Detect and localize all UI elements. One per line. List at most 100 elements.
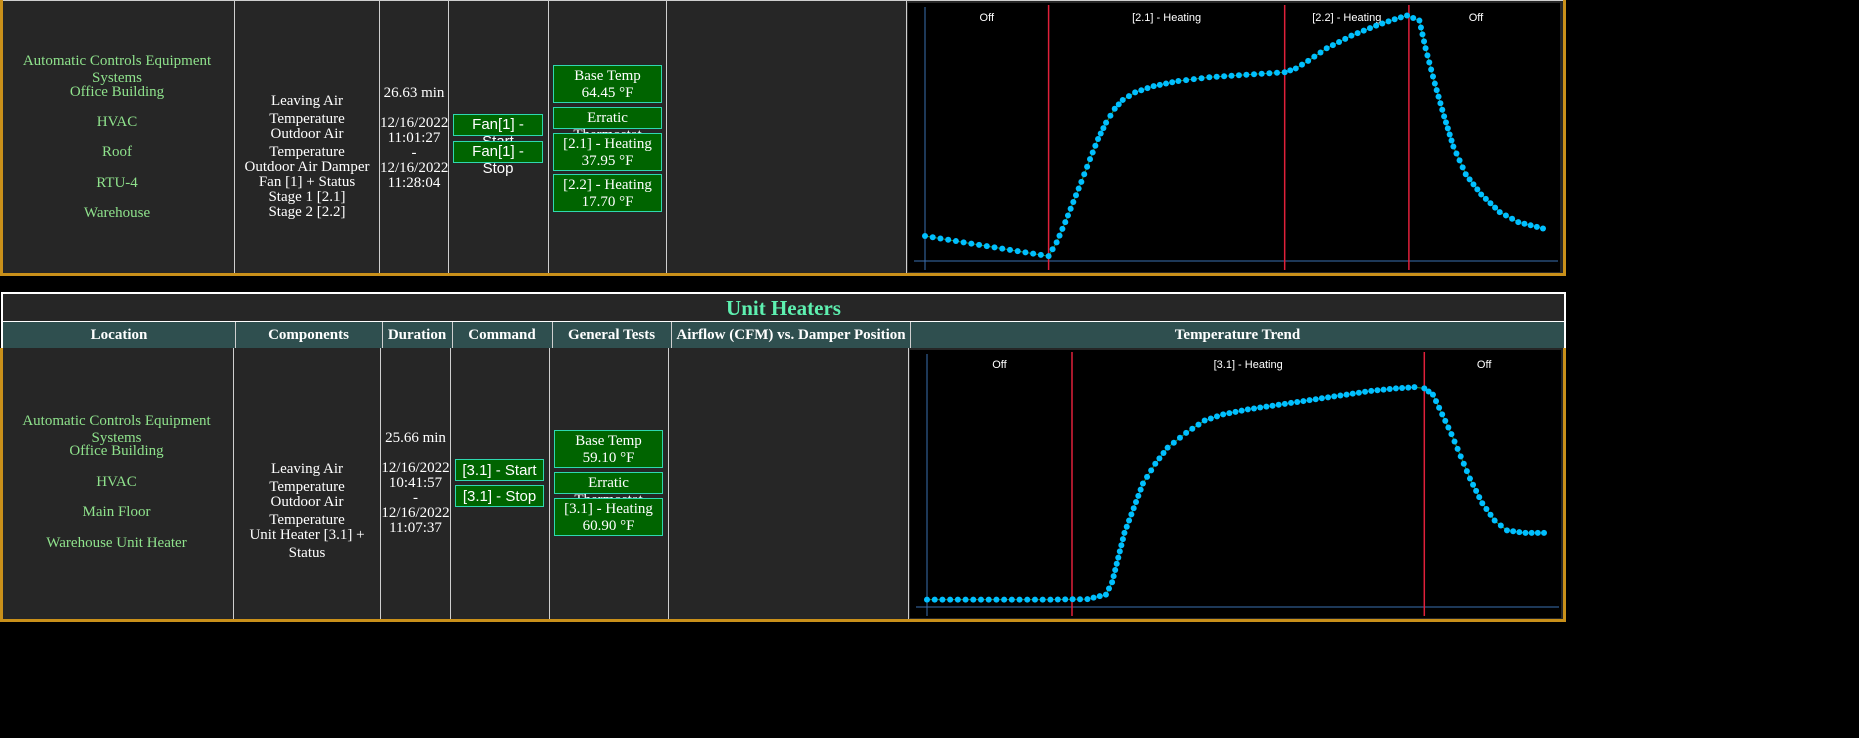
data-point bbox=[1137, 486, 1144, 493]
data-point bbox=[954, 596, 961, 603]
data-point bbox=[1087, 156, 1094, 163]
rtu-divider bbox=[448, 0, 449, 273]
stage-2-2-heating-test[interactable]: [2.2] - Heating 17.70 °F bbox=[553, 174, 662, 212]
data-point bbox=[1317, 49, 1324, 56]
fan-start-button[interactable]: Fan[1] - Start bbox=[453, 114, 543, 150]
base-temp-test[interactable]: Base Temp 59.10 °F bbox=[554, 430, 663, 468]
data-point bbox=[1476, 494, 1483, 501]
components-list: Leaving Air Temperature Outdoor Air Temp… bbox=[235, 92, 379, 221]
data-point bbox=[999, 245, 1006, 252]
stage-label: Off bbox=[1477, 359, 1492, 371]
data-point bbox=[1431, 80, 1438, 87]
uh-start-button[interactable]: [3.1] - Start bbox=[455, 459, 544, 481]
data-point bbox=[1235, 72, 1242, 79]
data-point bbox=[1163, 80, 1170, 87]
uh-divider bbox=[549, 348, 550, 619]
section-title-bar: Unit Heaters bbox=[1, 292, 1566, 321]
data-point bbox=[1115, 554, 1122, 561]
temperature-trend-chart: Off [3.1] - Heating Off bbox=[910, 350, 1561, 618]
data-point bbox=[1244, 406, 1251, 413]
data-point bbox=[1144, 85, 1151, 92]
data-point bbox=[1281, 69, 1288, 76]
data-point bbox=[1156, 455, 1163, 462]
data-point bbox=[1466, 475, 1473, 482]
rtu-divider bbox=[906, 0, 907, 273]
rtu-top-line bbox=[3, 0, 1563, 1]
data-point bbox=[1100, 125, 1107, 132]
data-point bbox=[1362, 388, 1369, 395]
uh-divider bbox=[450, 348, 451, 619]
data-point bbox=[1183, 77, 1190, 84]
data-point bbox=[1380, 386, 1387, 393]
data-point bbox=[1502, 212, 1509, 219]
data-point bbox=[1190, 76, 1197, 83]
data-point bbox=[1460, 460, 1467, 467]
data-point bbox=[1132, 89, 1139, 96]
header-airflow: Airflow (CFM) vs. Damper Position (%) bbox=[676, 327, 906, 369]
header-divider bbox=[552, 322, 553, 348]
data-point bbox=[1266, 70, 1273, 77]
data-point bbox=[1442, 119, 1449, 126]
data-point bbox=[1470, 181, 1477, 188]
data-point bbox=[1183, 429, 1190, 436]
data-point bbox=[1348, 32, 1355, 39]
data-point bbox=[1228, 72, 1235, 79]
data-point bbox=[1195, 421, 1202, 428]
data-point bbox=[1112, 566, 1119, 573]
header-location: Location bbox=[90, 327, 148, 343]
test-value: 59.10 °F bbox=[582, 450, 635, 466]
data-point bbox=[1342, 35, 1349, 42]
data-point bbox=[1148, 467, 1155, 474]
data-point bbox=[1391, 16, 1398, 23]
data-point bbox=[1164, 444, 1171, 451]
data-point bbox=[1220, 411, 1227, 418]
stage-2-1-heating-test[interactable]: [2.1] - Heating 37.95 °F bbox=[553, 133, 662, 171]
erratic-thermostat-test[interactable]: Erratic Thermostat bbox=[554, 472, 663, 508]
stage-label: [3.1] - Heating bbox=[1214, 359, 1283, 371]
data-point bbox=[1450, 143, 1457, 150]
data-point bbox=[1343, 391, 1350, 398]
data-point bbox=[1049, 246, 1056, 253]
data-point bbox=[1424, 52, 1431, 59]
data-point bbox=[1008, 596, 1015, 603]
data-point bbox=[1251, 71, 1258, 78]
data-point bbox=[1014, 248, 1021, 255]
duration-cell: 25.66 min 12/16/2022 10:41:57 - 12/16/20… bbox=[381, 429, 450, 537]
data-point bbox=[1385, 18, 1392, 25]
data-point bbox=[1325, 394, 1332, 401]
data-point bbox=[1435, 93, 1442, 100]
data-point bbox=[1113, 560, 1120, 567]
data-point bbox=[1084, 163, 1091, 170]
data-point bbox=[1360, 27, 1367, 34]
duration-end-time: 11:28:04 bbox=[387, 175, 441, 191]
data-point bbox=[1516, 529, 1523, 536]
stage-3-1-heating-test[interactable]: [3.1] - Heating 60.90 °F bbox=[554, 498, 663, 536]
data-point bbox=[952, 238, 959, 245]
data-point bbox=[960, 239, 967, 246]
components-list: Leaving Air Temperature Outdoor Air Temp… bbox=[234, 460, 380, 562]
data-point bbox=[1135, 492, 1142, 499]
data-point bbox=[1441, 113, 1448, 120]
data-point bbox=[937, 235, 944, 242]
data-point bbox=[1045, 253, 1052, 260]
header-divider bbox=[910, 322, 911, 348]
data-point bbox=[1473, 487, 1480, 494]
data-point bbox=[1323, 45, 1330, 52]
location-item: Main Floor bbox=[82, 504, 151, 520]
data-point bbox=[1482, 195, 1489, 202]
data-point bbox=[1533, 223, 1540, 230]
data-point bbox=[1024, 596, 1031, 603]
data-point bbox=[1479, 500, 1486, 507]
header-command-tests: Command Tests bbox=[468, 327, 536, 369]
header-components: Components bbox=[268, 327, 349, 343]
data-point bbox=[1022, 249, 1029, 256]
test-label: [2.2] - Heating bbox=[563, 177, 652, 193]
fan-stop-button[interactable]: Fan[1] - Stop bbox=[453, 141, 543, 177]
data-point bbox=[1354, 30, 1361, 37]
data-point bbox=[1487, 200, 1494, 207]
location-item: HVAC bbox=[96, 114, 138, 130]
data-point bbox=[1483, 506, 1490, 513]
erratic-thermostat-test[interactable]: Erratic Thermostat bbox=[553, 107, 662, 143]
base-temp-test[interactable]: Base Temp 64.45 °F bbox=[553, 65, 662, 103]
uh-stop-button[interactable]: [3.1] - Stop bbox=[455, 485, 544, 507]
